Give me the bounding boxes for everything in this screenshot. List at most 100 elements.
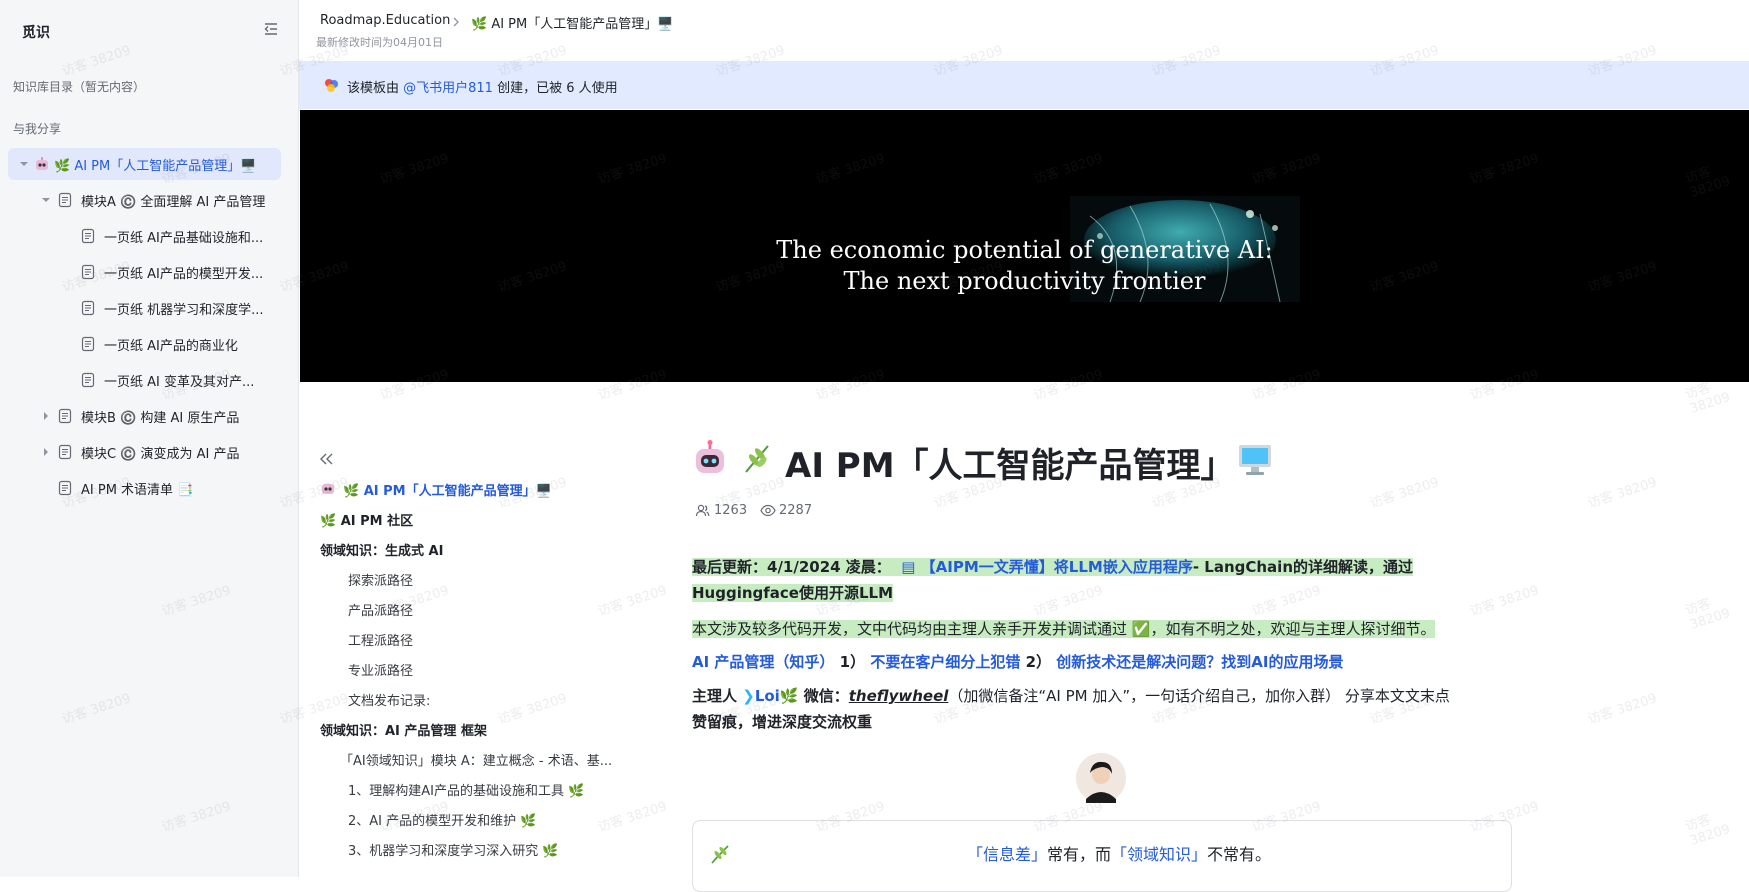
tree-item-page-transform[interactable]: 一页纸 AI 变革及其对产... [8,364,281,396]
caret-right-icon[interactable] [41,411,51,421]
workspace-title: 觅识 [22,25,50,41]
template-notice-text: 该模板由 @飞书用户811 创建，已被 6 人使用 [347,77,618,96]
document-icon [81,372,95,388]
doc-link-icon: ▤ [901,558,921,576]
tree-item-label: 🌿 AI PM「人工智能产品管理」🖥️ [54,159,257,174]
update-prefix: 最后更新：4/1/2024 凌晨： [692,558,891,576]
toc-item[interactable]: 专业派路径 [348,660,413,679]
toc-item[interactable]: 工程派路径 [348,630,413,649]
zhihu-links-paragraph: AI 产品管理（知乎） 1） 不要在客户细分上犯错 2） 创新技术还是解决问题？… [692,649,1343,675]
tree-item-ai-pm-root[interactable]: 🌿 AI PM「人工智能产品管理」🖥️ [8,148,281,180]
notice-user-link[interactable]: @飞书用户811 [403,81,493,96]
update-line2: Huggingface使用开源LLM [692,584,894,602]
document-icon [58,192,72,208]
collapse-toc-icon[interactable] [318,452,334,466]
tree-item-label: 一页纸 AI产品的模型开发... [104,267,264,282]
document-icon [81,228,95,244]
caret-down-icon[interactable] [41,195,51,205]
tree-item-module-b[interactable]: 模块B ©️ 构建 AI 原生产品 [8,400,281,432]
customer-segmentation-link[interactable]: 不要在客户细分上犯错 [870,653,1020,671]
tree-item-label: 一页纸 AI产品基础设施和... [104,231,264,246]
robot-icon [696,440,724,473]
cover-banner: The economic potential of generative AI:… [300,110,1749,382]
tree-item-page-ml[interactable]: 一页纸 机器学习和深度学... [8,292,281,324]
quote-callout: 「信息差」常有，而「领域知识」不常有。 [692,820,1512,892]
callout-plain-2: 不常有。 [1207,845,1272,864]
desktop-computer-icon [1239,445,1271,475]
template-icon [325,79,338,92]
host-prefix: 主理人 [692,687,743,705]
tree-item-label: 一页纸 AI 变革及其对产... [104,375,255,390]
tree-item-page-commercial[interactable]: 一页纸 AI产品的商业化 [8,328,281,360]
toc-item[interactable]: 文档发布记录: [348,690,430,709]
code-note: 本文涉及较多代码开发，文中代码均由主理人亲手开发并调试通过 ✅，如有不明之处，欢… [692,620,1436,638]
notice-suffix: 创建，已被 6 人使用 [492,81,618,96]
catalog-section-label: 知识库目录（暂无内容） [13,80,146,94]
callout-plain-1: 常有，而 [1047,845,1112,864]
tree-item-label: 模块B ©️ 构建 AI 原生产品 [81,411,240,426]
doc-header: Roadmap.Education 🌿 AI PM「人工智能产品管理」🖥️ 最新… [299,0,1749,60]
tree-item-label: 一页纸 机器学习和深度学... [104,303,264,318]
watermark-text: 访客 38209 [596,583,669,620]
tree-item-label: AI PM 术语清单 📑 [81,483,194,498]
watermark-text: 访客 38209 [1586,691,1659,728]
notice-prefix: 该模板由 [347,81,404,96]
toc-item[interactable]: 「AI领域知识」模块 A：建立概念 - 术语、基... [340,750,612,769]
tree-item-page-infra[interactable]: 一页纸 AI产品基础设施和... [8,220,281,252]
tree-item-label: 模块A ©️ 全面理解 AI 产品管理 [81,195,266,210]
toc-item[interactable]: 领域知识：AI 产品管理 框架 [320,720,487,739]
zhihu-link[interactable]: AI 产品管理（知乎） [692,653,834,671]
document-icon [81,264,95,280]
tree-item-glossary[interactable]: AI PM 术语清单 📑 [8,472,281,504]
breadcrumb-root[interactable]: Roadmap.Education [320,13,450,28]
toc-item[interactable]: 领域知识：生成式 AI [320,540,443,559]
toc-item[interactable]: 1、理解构建AI产品的基础设施和工具 🌿 [348,780,584,799]
watermark-text: 访客 38209 [1368,475,1441,512]
members-icon [695,504,710,517]
ai-use-case-link[interactable]: 创新技术还是解决问题？找到AI的应用场景 [1056,653,1343,671]
avatar[interactable] [1076,753,1126,803]
toc-item[interactable]: 探索派路径 [348,570,413,589]
watermark-text: 访客 38209 [596,799,669,836]
tree-item-module-a[interactable]: 模块A ©️ 全面理解 AI 产品管理 [8,184,281,216]
document-title: AI PM「人工智能产品管理」 [785,446,1235,486]
tree-item-module-c[interactable]: 模块C ©️ 演变成为 AI 产品 [8,436,281,468]
tree-item-label: 一页纸 AI产品的商业化 [104,339,238,354]
watermark-text: 访客 38209 [496,691,569,728]
collapse-sidebar-icon[interactable] [262,20,280,38]
callout-text: 「信息差」常有，而「领域知识」不常有。 [967,841,1271,865]
view-count: 2287 [779,503,813,518]
flywheel-icon: ❯ [742,687,755,705]
watermark-text: 访客 38209 [1586,475,1659,512]
document-icon [81,336,95,352]
link1-number: 1） [839,653,866,671]
watermark-text: 访客 38209 [1683,596,1733,633]
breadcrumb-current[interactable]: 🌿 AI PM「人工智能产品管理」🖥️ [471,13,673,32]
chevron-right-icon [453,17,459,27]
host-suffix: （加微信备注“AI PM 加入”，一句话介绍自己，加你入群） 分享本文文末点 [948,687,1450,705]
toc-item[interactable]: 2、AI 产品的模型开发和维护 🌿 [348,810,536,829]
host-name-link[interactable]: Loi [755,687,780,705]
caret-right-icon[interactable] [41,447,51,457]
code-note-paragraph: 本文涉及较多代码开发，文中代码均由主理人亲手开发并调试通过 ✅，如有不明之处，欢… [692,616,1436,642]
cover-title-line1: The economic potential of generative AI: [776,236,1273,264]
herb-icon: 🌿 [779,687,799,705]
callout-highlight-2: 「领域知识」 [1111,845,1208,864]
tree-item-page-model[interactable]: 一页纸 AI产品的模型开发... [8,256,281,288]
sidebar: 觅识 知识库目录（暂无内容） 与我分享 🌿 AI PM「人工智能产品管理」🖥️ … [0,0,299,877]
toc-item[interactable]: 🌿 AI PM「人工智能产品管理」🖥️ [343,480,552,499]
document-icon [58,408,72,424]
update-link[interactable]: 【AIPM一文弄懂】将LLM嵌入应用程序 [920,558,1193,576]
template-notice-bar: 该模板由 @飞书用户811 创建，已被 6 人使用 [299,61,1749,109]
update-suffix: - LangChain的详细解读，通过 [1192,558,1414,576]
tree-item-label: 模块C ©️ 演变成为 AI 产品 [81,447,240,462]
toc-item[interactable]: 🌿 AI PM 社区 [320,510,413,529]
eye-icon [760,504,776,517]
toc-item[interactable]: 产品派路径 [348,600,413,619]
cover-title-line2: The next productivity frontier [843,267,1206,295]
member-count: 1263 [714,503,748,518]
caret-down-icon[interactable] [19,159,29,169]
toc-item[interactable]: 3、机器学习和深度学习深入研究 🌿 [348,840,559,859]
host-line2: 赞留痕，增进深度交流权重 [692,713,873,731]
wechat-label: 微信： [798,687,849,705]
